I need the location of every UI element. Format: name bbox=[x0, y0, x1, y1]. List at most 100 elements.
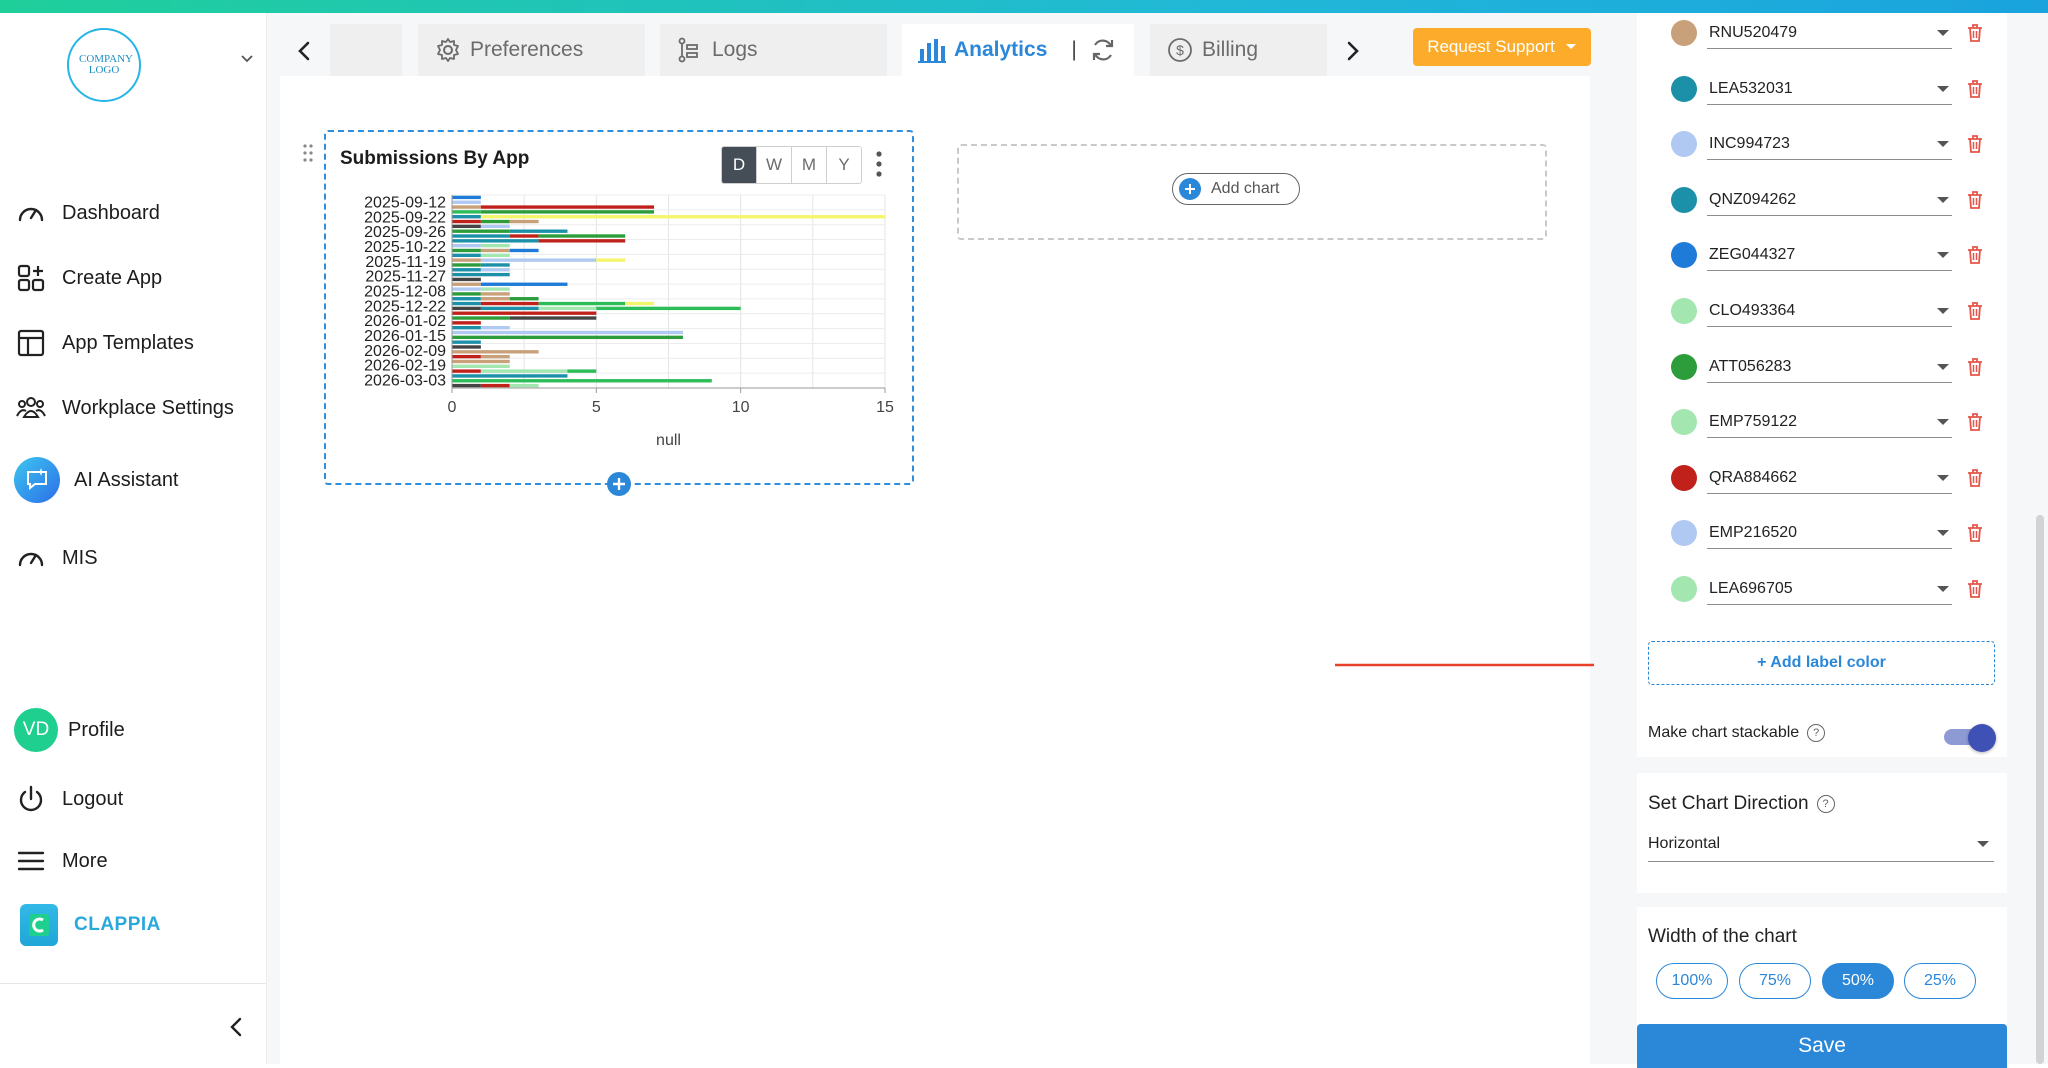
kebab-menu-icon[interactable] bbox=[872, 150, 886, 178]
caret-down-icon bbox=[1937, 29, 1949, 36]
bar-segment bbox=[480, 354, 510, 359]
label-select[interactable]: ZEG044327 bbox=[1707, 239, 1952, 271]
bar-segment bbox=[538, 234, 626, 238]
sidebar-item-app-templates[interactable]: App Templates bbox=[14, 323, 194, 363]
label-select[interactable]: EMP759122 bbox=[1707, 406, 1952, 438]
collapse-sidebar-icon[interactable] bbox=[226, 1016, 248, 1038]
stackable-toggle[interactable] bbox=[1944, 724, 1996, 752]
trash-icon[interactable] bbox=[1966, 134, 1984, 154]
sidebar-item-dashboard[interactable]: Dashboard bbox=[14, 193, 160, 233]
bar-segment bbox=[452, 316, 510, 320]
help-icon[interactable]: ? bbox=[1816, 794, 1835, 813]
color-swatch[interactable] bbox=[1671, 409, 1697, 435]
period-month-button[interactable]: M bbox=[792, 147, 827, 183]
label-value: EMP216520 bbox=[1709, 523, 1798, 541]
sidebar-item-profile[interactable]: VD Profile bbox=[14, 708, 125, 752]
label-select[interactable]: ATT056283 bbox=[1707, 351, 1952, 383]
clappia-logo-icon bbox=[20, 904, 58, 946]
sidebar-item-label: More bbox=[62, 849, 108, 872]
bar-segment bbox=[480, 301, 539, 306]
width-75-button[interactable]: 75% bbox=[1739, 963, 1811, 999]
trash-icon[interactable] bbox=[1966, 23, 1984, 43]
tab-billing[interactable]: $ Billing bbox=[1150, 24, 1327, 76]
y-tick-label: 2026-03-03 bbox=[364, 373, 446, 390]
label-select[interactable]: QNZ094262 bbox=[1707, 184, 1952, 216]
label-select[interactable]: LEA696705 bbox=[1707, 573, 1952, 605]
label-select[interactable]: LEA532031 bbox=[1707, 73, 1952, 105]
bar-segment bbox=[452, 354, 481, 359]
request-support-button[interactable]: Request Support bbox=[1413, 28, 1591, 66]
sidebar-item-workplace-settings[interactable]: Workplace Settings bbox=[14, 388, 234, 428]
label-select[interactable]: INC994723 bbox=[1707, 128, 1952, 160]
direction-label-text: Set Chart Direction bbox=[1648, 793, 1809, 814]
width-25-button[interactable]: 25% bbox=[1904, 963, 1976, 999]
company-logo[interactable]: COMPANY LOGO bbox=[67, 28, 141, 102]
color-swatch[interactable] bbox=[1671, 354, 1697, 380]
bar-segment bbox=[625, 301, 655, 306]
period-week-button[interactable]: W bbox=[757, 147, 792, 183]
chevron-down-icon[interactable] bbox=[240, 52, 254, 66]
bar-segment bbox=[452, 234, 510, 238]
trash-icon[interactable] bbox=[1966, 301, 1984, 321]
label-select[interactable]: QRA884662 bbox=[1707, 462, 1952, 494]
width-50-button[interactable]: 50% bbox=[1822, 963, 1894, 999]
label-select[interactable]: RNU520479 bbox=[1707, 17, 1952, 49]
bar-segment bbox=[480, 268, 510, 272]
color-swatch[interactable] bbox=[1671, 242, 1697, 268]
trash-icon[interactable] bbox=[1966, 523, 1984, 543]
sidebar-item-logout[interactable]: Logout bbox=[14, 779, 123, 819]
label-select[interactable]: EMP216520 bbox=[1707, 517, 1952, 549]
label-color-row: EMP216520 bbox=[1671, 513, 1984, 553]
save-button[interactable]: Save bbox=[1637, 1024, 2007, 1068]
color-swatch[interactable] bbox=[1671, 131, 1697, 157]
trash-icon[interactable] bbox=[1966, 245, 1984, 265]
add-chart-below-button[interactable] bbox=[607, 472, 631, 496]
bar-segment bbox=[452, 243, 481, 248]
add-label-color-button[interactable]: + Add label color bbox=[1648, 641, 1995, 685]
label-select[interactable]: CLO493364 bbox=[1707, 295, 1952, 327]
template-icon bbox=[14, 326, 48, 360]
help-icon[interactable]: ? bbox=[1807, 724, 1826, 742]
period-day-button[interactable]: D bbox=[722, 147, 757, 183]
add-chart-button[interactable]: Add chart bbox=[1172, 173, 1300, 205]
drag-handle-icon[interactable] bbox=[301, 143, 315, 163]
trash-icon[interactable] bbox=[1966, 579, 1984, 599]
tab-logs[interactable]: Logs bbox=[660, 24, 887, 76]
color-swatch[interactable] bbox=[1671, 298, 1697, 324]
trash-icon[interactable] bbox=[1966, 357, 1984, 377]
color-swatch[interactable] bbox=[1671, 576, 1697, 602]
caret-down-icon bbox=[1937, 363, 1949, 370]
sidebar-item-more[interactable]: More bbox=[14, 841, 108, 881]
svg-text:$: $ bbox=[1176, 42, 1184, 58]
tab-preferences[interactable]: Preferences bbox=[418, 24, 645, 76]
bar-segment bbox=[452, 248, 481, 253]
panel-scrollbar[interactable] bbox=[2036, 515, 2044, 1064]
direction-select[interactable]: Horizontal bbox=[1648, 826, 1994, 862]
tab-label: Analytics bbox=[954, 38, 1048, 61]
tab-unnamed[interactable] bbox=[330, 24, 402, 76]
color-swatch[interactable] bbox=[1671, 187, 1697, 213]
period-year-button[interactable]: Y bbox=[827, 147, 861, 183]
color-swatch[interactable] bbox=[1671, 76, 1697, 102]
color-swatch[interactable] bbox=[1671, 20, 1697, 46]
bar-segment bbox=[452, 350, 539, 354]
tabs-next-button[interactable] bbox=[1340, 36, 1366, 66]
trash-icon[interactable] bbox=[1966, 190, 1984, 210]
logs-icon bbox=[676, 36, 704, 64]
tab-analytics[interactable]: Analytics | bbox=[902, 24, 1134, 76]
sidebar-item-label: Workplace Settings bbox=[62, 396, 234, 419]
refresh-icon[interactable] bbox=[1089, 36, 1117, 64]
trash-icon[interactable] bbox=[1966, 412, 1984, 432]
sidebar-item-mis[interactable]: MIS bbox=[14, 538, 98, 578]
bar-segment bbox=[452, 277, 481, 282]
width-100-button[interactable]: 100% bbox=[1656, 963, 1728, 999]
tabs-prev-button[interactable] bbox=[291, 36, 317, 66]
trash-icon[interactable] bbox=[1966, 79, 1984, 99]
bar-segment bbox=[480, 219, 510, 224]
color-swatch[interactable] bbox=[1671, 465, 1697, 491]
color-swatch[interactable] bbox=[1671, 520, 1697, 546]
trash-icon[interactable] bbox=[1966, 468, 1984, 488]
sidebar-item-ai-assistant[interactable]: AI Assistant bbox=[14, 457, 179, 503]
bar-segment bbox=[538, 301, 626, 306]
sidebar-item-create-app[interactable]: Create App bbox=[14, 258, 162, 298]
